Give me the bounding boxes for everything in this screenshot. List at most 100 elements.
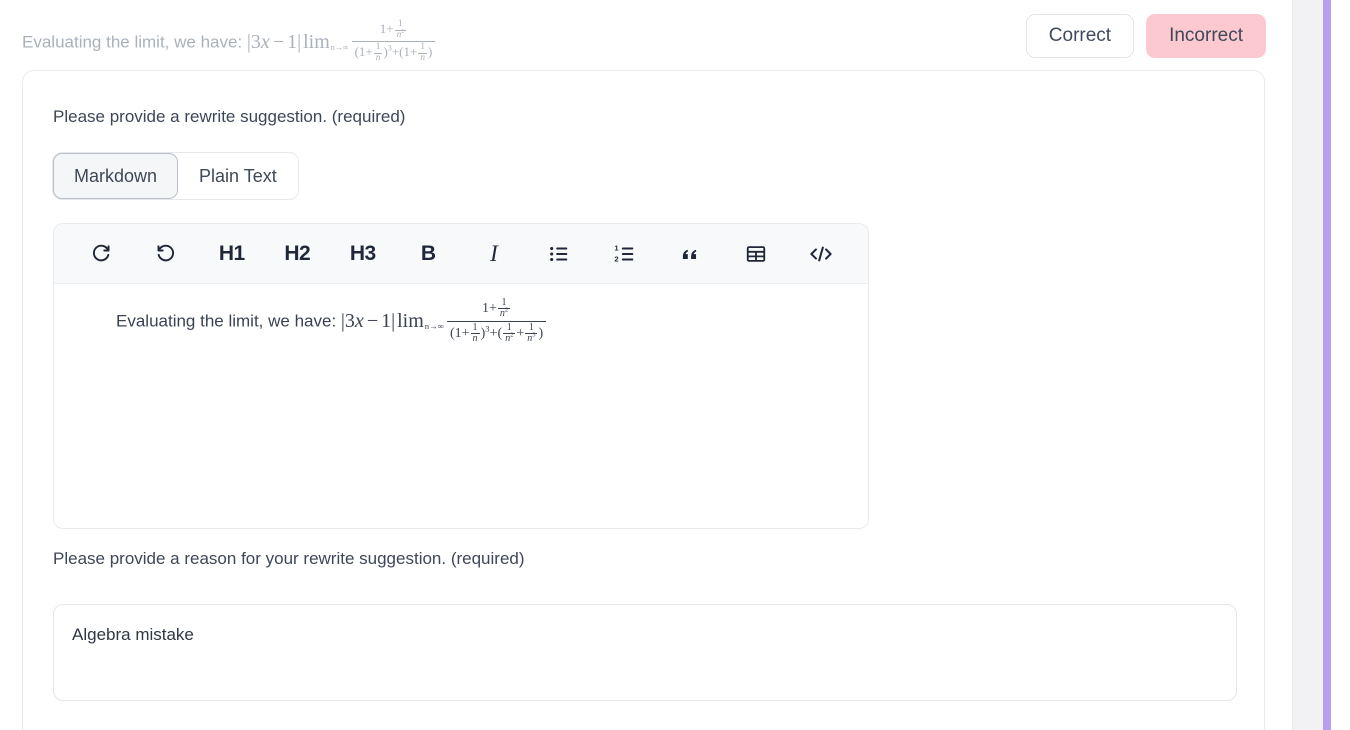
abs-bar-right: | [297, 30, 302, 53]
numerator-lead: 1+ [379, 21, 394, 37]
e-lim-subscript: n→∞ [424, 321, 444, 332]
e-constant-one: 1 [381, 309, 392, 332]
lim-text: lim [303, 30, 330, 53]
e-den2-fraction-b: 1 n3 [525, 322, 538, 345]
e-minus-sign: − [366, 309, 379, 332]
inner-den: n2 [394, 28, 407, 41]
e-abs-bar-right: | [391, 309, 396, 332]
svg-text:2: 2 [614, 254, 618, 263]
heading-1-icon[interactable]: H1 [213, 235, 251, 273]
reason-textarea-value: Algebra mistake [72, 625, 194, 644]
rewrite-editor: H1 H2 H3 B I 1 2 Evaluating the limit, w… [53, 223, 869, 529]
d1-num: 1 [375, 42, 381, 53]
blockquote-icon[interactable] [671, 235, 709, 273]
d1-den: n [373, 52, 383, 63]
den-inner-fraction-1: 1n [373, 42, 383, 63]
e-numerator-lead: 1+ [482, 300, 497, 316]
e-d2a-den: n2 [503, 331, 516, 344]
den2-close-paren: ) [428, 44, 433, 60]
editor-toolbar: H1 H2 H3 B I 1 2 [54, 224, 868, 284]
italic-icon[interactable]: I [475, 235, 513, 273]
page-scrollbar-region [1292, 0, 1350, 730]
bold-label: B [420, 241, 436, 265]
editor-content-line: Evaluating the limit, we have: | 3 x −1 | li… [116, 297, 848, 345]
lim-subscript: n→∞ [330, 42, 349, 52]
header-math-expression: | 3 x −1 | lim n→∞ 1+ 1 n2 (1+ 1 n)3+(1+ 1 n) [247, 19, 438, 63]
code-block-icon[interactable] [802, 235, 840, 273]
e-den-inner-fraction-1: 1n [470, 321, 480, 345]
incorrect-button[interactable]: Incorrect [1146, 14, 1266, 58]
e-den2-open: ( [497, 325, 503, 341]
numbered-list-icon[interactable]: 1 2 [606, 235, 644, 273]
e-den2-plus: + [516, 325, 525, 341]
rewrite-suggestion-label: Please provide a rewrite suggestion. (re… [53, 107, 406, 126]
bold-icon[interactable]: B [409, 235, 447, 273]
question-prefix-text: Evaluating the limit, we have: [22, 32, 243, 52]
heading-2-label: H2 [284, 241, 311, 265]
editor-limit-operator: lim n→∞ [397, 310, 444, 333]
e-variable-x: x [354, 309, 364, 332]
svg-text:1: 1 [614, 243, 619, 252]
den-inner-fraction-2: 1n [418, 43, 427, 63]
e-d1-den: n [470, 332, 480, 344]
e-fraction-numerator: 1+ 1 n2 [479, 297, 514, 321]
e-den2-fraction-a: 1 n2 [503, 322, 516, 345]
absolute-value-expression: | 3 x −1 | [247, 29, 301, 55]
e-d2a-den-exp: 2 [510, 331, 514, 339]
editor-absolute-value-expression: | 3 x −1 | [341, 310, 395, 333]
format-option-plain-text[interactable]: Plain Text [178, 153, 298, 199]
format-option-markdown[interactable]: Markdown [53, 153, 179, 199]
fraction-denominator: (1+ 1 n)3+(1+ 1 n) [351, 41, 436, 63]
editor-limit-fraction: 1+ 1 n2 (1+ 1 n)3+(1 n2 +1 n3) [446, 297, 547, 345]
e-fraction-denominator: (1+ 1 n)3+(1 n2 +1 n3) [446, 320, 547, 345]
editor-math-expression: | 3 x −1 | lim n→∞ 1+ 1 n2 (1+ 1 n)3+(… [341, 297, 549, 345]
reason-label: Please provide a reason for your rewrite… [53, 549, 525, 568]
d2-num: 1 [420, 42, 425, 53]
question-statement: Evaluating the limit, we have: | 3 x −1 | li… [22, 19, 982, 63]
constant-one: 1 [287, 30, 298, 53]
fraction-numerator: 1+ 1 n2 [377, 19, 410, 41]
heading-3-icon[interactable]: H3 [344, 235, 382, 273]
heading-1-label: H1 [218, 241, 245, 265]
app-root: Evaluating the limit, we have: | 3 x −1 | li… [0, 0, 1350, 730]
e-coefficient: 3 [344, 309, 355, 332]
coefficient: 3 [250, 30, 261, 53]
minus-sign: − [272, 30, 285, 53]
scrollbar-track[interactable] [1292, 0, 1324, 730]
den2-open: (1+ [399, 44, 418, 60]
main-content-column: Evaluating the limit, we have: | 3 x −1 | li… [0, 0, 1292, 730]
editor-text-area[interactable]: Evaluating the limit, we have: | 3 x −1 | li… [54, 284, 868, 528]
limit-fraction: 1+ 1 n2 (1+ 1 n)3+(1+ 1 n) [351, 19, 436, 63]
scrollbar-thumb[interactable] [1323, 0, 1331, 730]
heading-3-label: H3 [349, 241, 376, 265]
e-den2-close-paren: ) [538, 325, 544, 341]
d2-den: n [418, 52, 427, 63]
den-open: (1+ [354, 44, 373, 60]
editor-text-prefix: Evaluating the limit, we have: [116, 311, 337, 331]
limit-operator: lim n→∞ [303, 29, 348, 55]
heading-2-icon[interactable]: H2 [278, 235, 316, 273]
bullet-list-icon[interactable] [540, 235, 578, 273]
correct-button[interactable]: Correct [1025, 14, 1135, 58]
redo-icon[interactable] [82, 235, 120, 273]
verdict-button-group: Correct Incorrect [1025, 14, 1266, 58]
e-den-open: (1+ [449, 325, 470, 341]
undo-icon[interactable] [147, 235, 185, 273]
italic-label: I [490, 240, 498, 266]
e-d2b-den-exp: 3 [532, 331, 536, 339]
e-d2b-den: n3 [525, 331, 538, 344]
inner-den-exp: 2 [401, 28, 405, 35]
e-numerator-inner-fraction: 1 n2 [497, 297, 511, 320]
e-d1-num: 1 [472, 321, 478, 333]
e-lim-text: lim [397, 309, 424, 332]
format-toggle-group: Markdown Plain Text [52, 152, 299, 200]
variable-x: x [260, 30, 270, 53]
feedback-form-card: Please provide a rewrite suggestion. (re… [22, 70, 1265, 730]
numerator-inner-fraction: 1 n2 [394, 19, 407, 41]
reason-textarea[interactable]: Algebra mistake [53, 604, 1237, 701]
e-den-plus: + [489, 325, 498, 341]
question-header: Evaluating the limit, we have: | 3 x −1 | li… [0, 0, 1292, 70]
e-inner-den-exp: 2 [504, 306, 509, 314]
table-icon[interactable] [737, 235, 775, 273]
e-inner-den: n2 [497, 306, 511, 319]
